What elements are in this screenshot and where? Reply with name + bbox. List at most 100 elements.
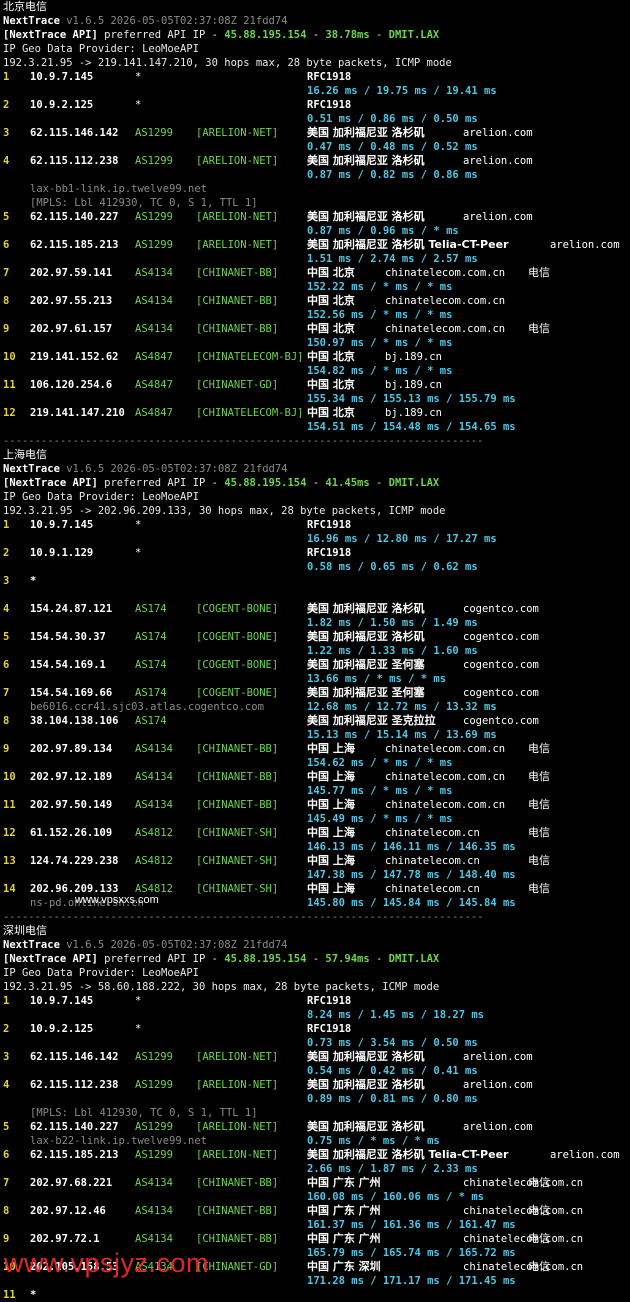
hop-hostname: be6016.ccr41.sjc03.atlas.cogentco.com bbox=[30, 701, 264, 713]
hop-network: [COGENT-BONE] bbox=[196, 659, 279, 671]
hop-network: [ARELION-NET] bbox=[196, 211, 279, 223]
version-text: v1.6.5 2026-05-05T02:37:08Z 21fdd74 bbox=[66, 463, 288, 475]
hop-location: RFC1918 bbox=[307, 519, 352, 531]
hop-asn: AS4134 bbox=[135, 295, 173, 307]
hop-network: [CHINANET-SH] bbox=[196, 855, 279, 867]
hop-asn: AS4134 bbox=[135, 771, 173, 783]
hop-location: 美国 加利福尼亚 洛杉矶 bbox=[307, 210, 425, 223]
hop-asn: AS4134 bbox=[135, 1233, 173, 1245]
hop-isp: 电信 bbox=[528, 322, 550, 335]
hop-network: [CHINANET-BB] bbox=[196, 771, 279, 783]
hop-location: 中国 上海 bbox=[307, 854, 355, 867]
hop-network: [COGENT-BONE] bbox=[196, 631, 279, 643]
hop-location: RFC1918 bbox=[307, 1023, 352, 1035]
api-node: DMIT.LAX bbox=[388, 477, 440, 489]
hop-number: 9 bbox=[3, 743, 10, 755]
api-latency: 38.78ms bbox=[325, 29, 370, 41]
hop-domain: arelion.com bbox=[550, 239, 620, 251]
hop-domain: arelion.com bbox=[463, 127, 533, 139]
hop-domain: chinatelecom.cn bbox=[385, 855, 480, 867]
hop-ip: 154.54.169.66 bbox=[30, 687, 113, 699]
section-title: 深圳电信 bbox=[3, 924, 47, 938]
hop-network: [CHINANET-BB] bbox=[196, 323, 279, 335]
api-latency: 57.94ms bbox=[325, 953, 370, 965]
hop-network: [CHINATELECOM-BJ] bbox=[196, 351, 304, 363]
hop-number: 5 bbox=[3, 211, 10, 223]
target-line: 192.3.21.95 -> 58.60.188.222, 30 hops ma… bbox=[3, 980, 439, 994]
geo-provider: IP Geo Data Provider: LeoMoeAPI bbox=[3, 967, 199, 979]
hop-number: 12 bbox=[3, 407, 16, 419]
hop-ip: 154.24.87.121 bbox=[30, 603, 113, 615]
version-line: NextTrace v1.6.5 2026-05-05T02:37:08Z 21… bbox=[3, 462, 288, 476]
hop-asn: AS4847 bbox=[135, 407, 173, 419]
hop-domain: chinatelecom.com.cn bbox=[385, 771, 506, 783]
separator: ----------------------------------------… bbox=[3, 435, 484, 447]
hop-number: 4 bbox=[3, 155, 10, 167]
version-text: v1.6.5 2026-05-05T02:37:08Z 21fdd74 bbox=[66, 939, 288, 951]
api-mid: preferred API IP - bbox=[97, 953, 225, 965]
geo-provider-line: IP Geo Data Provider: LeoMoeAPI bbox=[3, 966, 199, 980]
hop-network: [CHINANET-GD] bbox=[196, 379, 279, 391]
hop-rtt: 147.38 ms / 147.78 ms / 148.40 ms bbox=[307, 869, 516, 881]
geo-provider: IP Geo Data Provider: LeoMoeAPI bbox=[3, 43, 199, 55]
api-line: [NextTrace API] preferred API IP - 45.88… bbox=[3, 952, 439, 966]
hop-network: [ARELION-NET] bbox=[196, 155, 279, 167]
hop-ip: 219.141.147.210 bbox=[30, 407, 125, 419]
hop-isp: 电信 bbox=[528, 798, 550, 811]
section-title: 上海电信 bbox=[3, 448, 47, 462]
hop-rtt: 145.80 ms / 145.84 ms / 145.84 ms bbox=[307, 897, 516, 909]
version-line: NextTrace v1.6.5 2026-05-05T02:37:08Z 21… bbox=[3, 14, 288, 28]
hop-asn: AS4134 bbox=[135, 743, 173, 755]
hop-rtt: 0.73 ms / 3.54 ms / 0.50 ms bbox=[307, 1037, 478, 1049]
hop-extra: [MPLS: Lbl 412930, TC 0, S 1, TTL 1] bbox=[30, 197, 258, 209]
api-dash-1: - bbox=[306, 29, 326, 41]
target-text: 192.3.21.95 -> 202.96.209.133, 30 hops m… bbox=[3, 505, 446, 517]
section-name: 上海电信 bbox=[3, 448, 47, 461]
hop-rtt: 1.82 ms / 1.50 ms / 1.49 ms bbox=[307, 617, 478, 629]
hop-location: 中国 上海 bbox=[307, 826, 355, 839]
hop-domain: bj.189.cn bbox=[385, 407, 442, 419]
hop-network: [ARELION-NET] bbox=[196, 239, 279, 251]
geo-provider: IP Geo Data Provider: LeoMoeAPI bbox=[3, 491, 199, 503]
hop-asn: * bbox=[135, 547, 142, 559]
hop-ip: 62.115.140.227 bbox=[30, 1121, 119, 1133]
hop-location: 中国 上海 bbox=[307, 770, 355, 783]
hop-asn: AS4812 bbox=[135, 827, 173, 839]
hop-number: 8 bbox=[3, 715, 10, 727]
hop-domain: chinatelecom.cn bbox=[385, 883, 480, 895]
hop-rtt: 2.66 ms / 1.87 ms / 2.33 ms bbox=[307, 1163, 478, 1175]
hop-location: 中国 广东 广州 bbox=[307, 1232, 381, 1245]
hop-asn: AS4812 bbox=[135, 855, 173, 867]
hop-network: [CHINANET-BB] bbox=[196, 1205, 279, 1217]
mpls-label: [MPLS: Lbl 412930, TC 0, S 1, TTL 1] bbox=[30, 1107, 258, 1119]
hop-asn: AS1299 bbox=[135, 155, 173, 167]
hop-rtt: 1.22 ms / 1.33 ms / 1.60 ms bbox=[307, 645, 478, 657]
api-latency: 41.45ms bbox=[325, 477, 370, 489]
hop-network: [ARELION-NET] bbox=[196, 1079, 279, 1091]
geo-provider-line: IP Geo Data Provider: LeoMoeAPI bbox=[3, 490, 199, 504]
hop-number: 8 bbox=[3, 295, 10, 307]
hop-network: [CHINANET-SH] bbox=[196, 883, 279, 895]
hop-network: [ARELION-NET] bbox=[196, 1149, 279, 1161]
hop-rtt: 0.75 ms / * ms / * ms bbox=[307, 1135, 440, 1147]
hop-rtt: 155.34 ms / 155.13 ms / 155.79 ms bbox=[307, 393, 516, 405]
hop-asn: AS174 bbox=[135, 659, 167, 671]
hop-rtt: 171.28 ms / 171.17 ms / 171.45 ms bbox=[307, 1275, 516, 1287]
hop-location: 美国 加利福尼亚 圣何塞 bbox=[307, 658, 425, 671]
hop-domain: arelion.com bbox=[463, 155, 533, 167]
hop-asn: AS174 bbox=[135, 715, 167, 727]
hop-asn: AS4847 bbox=[135, 351, 173, 363]
hop-rtt: 161.37 ms / 161.36 ms / 161.47 ms bbox=[307, 1219, 516, 1231]
hop-network: [CHINANET-SH] bbox=[196, 827, 279, 839]
api-node: DMIT.LAX bbox=[388, 29, 440, 41]
hop-number: 11 bbox=[3, 799, 16, 811]
hop-ip: 106.120.254.6 bbox=[30, 379, 113, 391]
hop-asn: * bbox=[135, 71, 142, 83]
hop-location: 中国 广东 广州 bbox=[307, 1176, 381, 1189]
hop-number: 2 bbox=[3, 547, 10, 559]
hop-location: 美国 加利福尼亚 洛杉矶 bbox=[307, 1078, 425, 1091]
hop-location: RFC1918 bbox=[307, 99, 352, 111]
hop-ip: 202.97.89.134 bbox=[30, 743, 113, 755]
hop-asn: AS1299 bbox=[135, 1121, 173, 1133]
hop-asn: AS1299 bbox=[135, 1079, 173, 1091]
